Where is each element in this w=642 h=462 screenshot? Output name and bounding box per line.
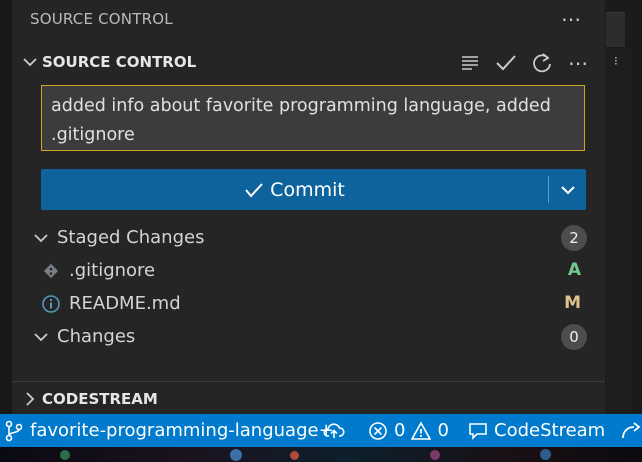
- staged-count-badge: 2: [561, 225, 587, 251]
- cloud-upload-icon: [323, 422, 345, 438]
- commit-button-separator: [548, 176, 549, 203]
- commit-button[interactable]: Commit: [41, 169, 548, 210]
- warning-count: 0: [437, 420, 449, 441]
- changes-group[interactable]: Changes 0: [12, 320, 605, 353]
- staged-file-name: .gitignore: [69, 260, 156, 281]
- scm-section-header[interactable]: SOURCE CONTROL ⋯: [12, 48, 605, 78]
- commit-action-button[interactable]: [491, 49, 521, 77]
- desktop-background: [0, 447, 642, 462]
- chevron-down-icon: [34, 333, 48, 342]
- commit-dropdown-button[interactable]: [550, 169, 586, 210]
- staged-changes-group[interactable]: Staged Changes 2: [12, 221, 605, 254]
- problems-status-item[interactable]: 0 0: [368, 414, 449, 447]
- staged-file-name: README.md: [69, 293, 181, 314]
- view-more-actions-button[interactable]: ⋯: [556, 4, 586, 34]
- editor-tab[interactable]: [606, 12, 625, 47]
- chevron-right-icon: [26, 392, 35, 406]
- check-icon: [496, 55, 516, 71]
- section-divider: [12, 381, 605, 382]
- chevron-down-icon: [23, 58, 37, 67]
- view-title: SOURCE CONTROL: [30, 10, 173, 28]
- list-view-icon: [462, 56, 478, 70]
- codestream-section-header[interactable]: CODESTREAM: [12, 385, 605, 415]
- changes-label: Changes: [57, 326, 136, 347]
- codestream-section-title: CODESTREAM: [42, 390, 158, 408]
- view-as-tree-button[interactable]: [455, 49, 485, 77]
- refresh-icon: [533, 53, 551, 73]
- list-item[interactable]: README.md M: [12, 287, 605, 320]
- codestream-label: CodeStream: [494, 420, 606, 441]
- codestream-status-item[interactable]: CodeStream: [468, 414, 605, 447]
- git-file-icon: [40, 260, 62, 282]
- added-status-badge: A: [567, 260, 581, 280]
- list-item[interactable]: .gitignore A: [12, 254, 605, 287]
- status-bar: favorite-programming-language+ 0 0 CodeS…: [0, 414, 642, 447]
- scm-section-title: SOURCE CONTROL: [42, 53, 197, 71]
- live-share-status-item[interactable]: [620, 414, 642, 447]
- error-icon: [369, 421, 387, 440]
- editor-gutter: [606, 48, 631, 414]
- comment-icon: [469, 422, 487, 440]
- commit-button-label: Commit: [270, 178, 345, 201]
- commit-button-group: Commit: [41, 169, 586, 210]
- refresh-button[interactable]: [527, 49, 557, 77]
- branch-status-item[interactable]: favorite-programming-language+: [4, 414, 334, 447]
- info-icon: [40, 293, 62, 315]
- ellipsis-icon: ⋯: [561, 7, 581, 31]
- chevron-down-icon: [34, 234, 48, 243]
- scm-more-actions-button[interactable]: ⋯: [563, 49, 593, 77]
- git-branch-icon: [5, 420, 23, 441]
- branch-name: favorite-programming-language+: [30, 420, 334, 441]
- staged-changes-label: Staged Changes: [57, 227, 205, 248]
- warning-icon: [411, 420, 432, 440]
- commit-message-input[interactable]: added info about favorite programming la…: [41, 85, 585, 151]
- check-icon: [245, 182, 263, 198]
- chevron-down-icon: [561, 185, 575, 194]
- modified-status-badge: M: [564, 293, 581, 313]
- error-count: 0: [394, 420, 406, 441]
- broadcast-icon: [622, 421, 641, 438]
- changes-count-badge: 0: [561, 324, 587, 350]
- ellipsis-icon: ⋯: [568, 51, 588, 75]
- activity-bar-edge: [0, 0, 12, 414]
- sync-status-item[interactable]: [323, 414, 345, 447]
- editor-line-marker: ⁝: [614, 54, 618, 68]
